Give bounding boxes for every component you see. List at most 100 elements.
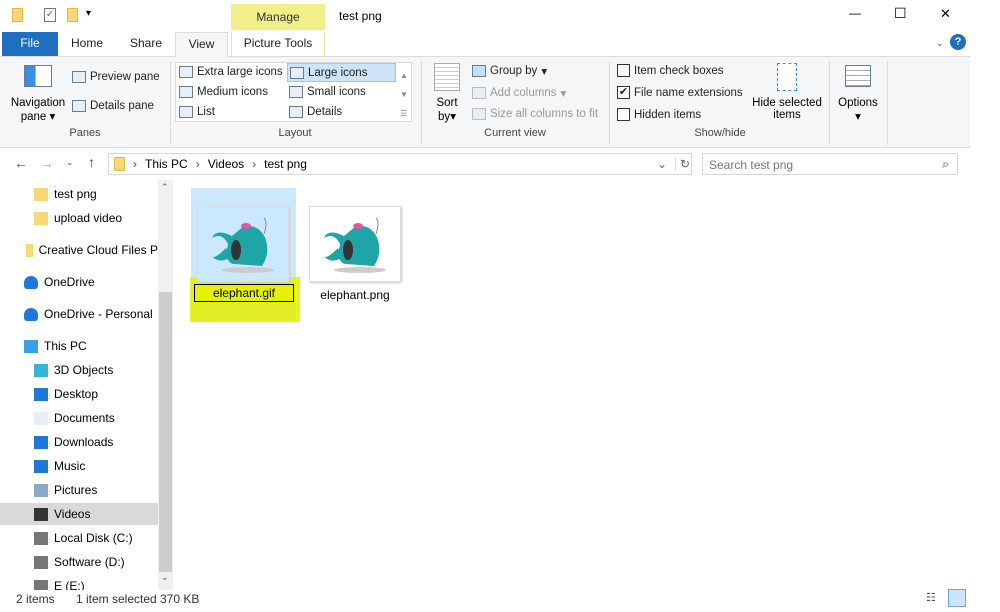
picture-icon bbox=[34, 483, 48, 497]
properties-icon[interactable]: ✓ bbox=[44, 8, 56, 22]
navigation-pane-button[interactable]: Navigation pane ▾ bbox=[8, 65, 68, 123]
navigation-pane-label2: pane bbox=[20, 111, 47, 123]
nav-item-label: test png bbox=[54, 187, 97, 201]
nav-item[interactable]: test png bbox=[0, 183, 158, 205]
layout-list[interactable]: List bbox=[179, 106, 215, 118]
nav-scrollbar[interactable]: ⌃ ⌄ bbox=[158, 180, 173, 590]
layout-details[interactable]: Details bbox=[289, 106, 342, 118]
address-dropdown-icon[interactable]: ⌄ bbox=[657, 157, 667, 171]
nav-item[interactable]: Desktop bbox=[0, 383, 158, 405]
refresh-icon[interactable]: ↻ bbox=[675, 157, 690, 171]
add-columns-icon bbox=[472, 87, 486, 99]
divider bbox=[170, 61, 171, 145]
nav-item-label: Downloads bbox=[54, 435, 114, 449]
checkbox[interactable] bbox=[617, 108, 630, 121]
music-icon bbox=[34, 459, 48, 473]
nav-item[interactable]: OneDrive - Personal bbox=[0, 303, 158, 325]
checkbox[interactable]: ✔ bbox=[617, 86, 630, 99]
options-button[interactable]: Options ▾ bbox=[834, 65, 882, 123]
hide-selected-items-button[interactable]: Hide selected items bbox=[750, 63, 824, 121]
forward-button[interactable]: → bbox=[40, 155, 54, 171]
folder-icon bbox=[34, 187, 48, 201]
extra-large-icons-icon bbox=[179, 66, 193, 78]
nav-item[interactable]: Videos bbox=[0, 503, 158, 525]
folder-icon[interactable] bbox=[12, 8, 23, 22]
expand-ribbon-icon[interactable]: ⌄ bbox=[936, 38, 944, 49]
preview-pane-button[interactable]: Preview pane bbox=[72, 71, 160, 83]
size-columns-button[interactable]: Size all columns to fit bbox=[472, 108, 598, 120]
layout-extra-large-icons[interactable]: Extra large icons bbox=[179, 66, 283, 78]
medium-icons-icon bbox=[179, 86, 193, 98]
search-icon: ⌕ bbox=[942, 157, 949, 171]
sort-icon bbox=[434, 63, 460, 91]
nav-item[interactable]: Pictures bbox=[0, 479, 158, 501]
sort-by-button[interactable]: Sort by▾ bbox=[430, 63, 464, 123]
checkbox[interactable] bbox=[617, 64, 630, 77]
nav-item[interactable]: Documents bbox=[0, 407, 158, 429]
help-icon[interactable]: ? bbox=[950, 34, 966, 50]
maximize-button[interactable]: ☐ bbox=[894, 5, 907, 22]
tab-view[interactable]: View bbox=[175, 32, 228, 57]
list-icon bbox=[179, 106, 193, 118]
divider bbox=[887, 61, 888, 145]
tab-file[interactable]: File bbox=[2, 32, 58, 56]
preview-pane-label: Preview pane bbox=[90, 71, 160, 83]
details-pane-button[interactable]: Details pane bbox=[72, 100, 154, 112]
large-icons-view-button[interactable] bbox=[948, 589, 966, 607]
nav-item[interactable]: OneDrive bbox=[0, 271, 158, 293]
layout-small-icons[interactable]: Small icons bbox=[289, 86, 366, 98]
add-columns-button[interactable]: Add columns ▾ bbox=[472, 86, 566, 100]
nav-item[interactable]: Music bbox=[0, 455, 158, 477]
breadcrumb-test-png[interactable]: test png bbox=[264, 157, 307, 171]
file-name-extensions-toggle[interactable]: ✔ File name extensions bbox=[617, 86, 743, 99]
tab-picture-tools[interactable]: Picture Tools bbox=[231, 32, 325, 56]
group-by-button[interactable]: Group by ▾ bbox=[472, 64, 547, 78]
nav-item[interactable]: upload video bbox=[0, 207, 158, 229]
rename-input[interactable]: elephant.gif bbox=[194, 284, 294, 302]
tab-share[interactable]: Share bbox=[120, 32, 172, 56]
file-item[interactable]: elephant.png bbox=[309, 206, 401, 302]
details-view-button[interactable]: ☷ bbox=[926, 591, 940, 605]
drive-icon bbox=[34, 531, 48, 545]
back-button[interactable]: ← bbox=[14, 155, 28, 171]
hidden-items-toggle[interactable]: Hidden items bbox=[617, 108, 701, 121]
breadcrumb-this-pc[interactable]: This PC bbox=[145, 157, 188, 171]
nav-item[interactable]: Creative Cloud Files P bbox=[0, 239, 158, 261]
address-bar[interactable]: › This PC › Videos › test png ⌄ ↻ bbox=[108, 153, 692, 175]
gallery-scroll[interactable]: ▲ ▼ ☰ bbox=[400, 66, 408, 123]
layout-label: List bbox=[197, 106, 215, 118]
document-icon bbox=[34, 411, 48, 425]
checkbox-label: Item check boxes bbox=[634, 64, 724, 77]
status-selection: 1 item selected bbox=[76, 592, 157, 606]
group-by-label: Group by bbox=[490, 65, 538, 77]
nav-item[interactable]: Downloads bbox=[0, 431, 158, 453]
folder-icon bbox=[34, 211, 48, 225]
scrollbar-thumb[interactable] bbox=[159, 292, 172, 572]
nav-item[interactable]: This PC bbox=[0, 335, 158, 357]
layout-medium-icons[interactable]: Medium icons bbox=[179, 86, 268, 98]
ribbon: Navigation pane ▾ Preview pane Details p… bbox=[0, 56, 970, 148]
nav-item[interactable]: Local Disk (C:) bbox=[0, 527, 158, 549]
item-check-boxes-toggle[interactable]: Item check boxes bbox=[617, 64, 723, 77]
customize-toolbar-icon[interactable]: ▾ bbox=[86, 8, 91, 19]
file-item[interactable]: elephant.gif bbox=[194, 206, 294, 302]
nav-item[interactable]: Software (D:) bbox=[0, 551, 158, 573]
nav-item[interactable]: 3D Objects bbox=[0, 359, 158, 381]
search-input[interactable]: Search test png ⌕ bbox=[702, 153, 958, 175]
up-button[interactable]: ↑ bbox=[88, 154, 95, 170]
recent-locations-button[interactable]: ⌄ bbox=[66, 157, 74, 168]
breadcrumb-videos[interactable]: Videos bbox=[208, 157, 244, 171]
close-button[interactable]: ✕ bbox=[940, 6, 951, 22]
minimize-button[interactable]: — bbox=[849, 6, 861, 20]
drive-icon bbox=[34, 579, 48, 590]
tab-home[interactable]: Home bbox=[62, 32, 112, 56]
navigation-pane-icon bbox=[24, 65, 52, 87]
manage-tab[interactable]: Manage bbox=[231, 4, 325, 30]
new-folder-icon[interactable] bbox=[67, 8, 78, 22]
file-thumbnail bbox=[309, 206, 401, 282]
layout-large-icons[interactable]: Large icons bbox=[287, 63, 396, 82]
nav-item[interactable]: E (E:) bbox=[0, 575, 158, 590]
divider bbox=[829, 61, 830, 145]
layout-label: Details bbox=[307, 106, 343, 118]
layout-label: Large icons bbox=[308, 66, 368, 79]
